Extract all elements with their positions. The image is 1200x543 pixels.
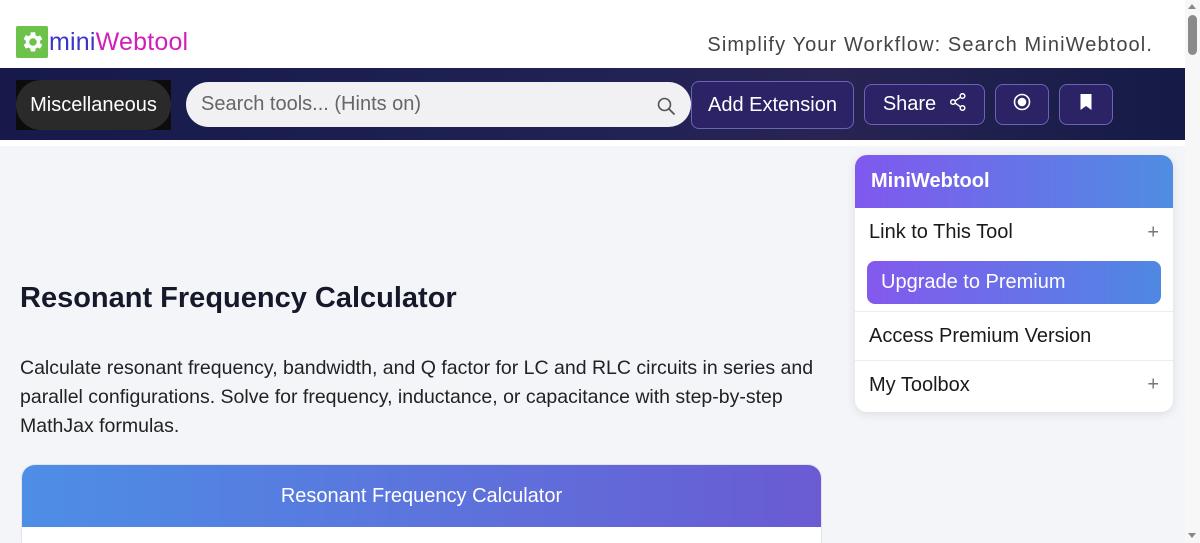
premium-wrapper: Upgrade to Premium	[855, 257, 1173, 311]
category-wrapper: Miscellaneous	[16, 80, 171, 130]
logo-text: miniWebtool	[49, 26, 188, 58]
plus-icon[interactable]: +	[1147, 374, 1159, 397]
search-input[interactable]	[201, 82, 651, 127]
sidebar-item-label: My Toolbox	[869, 373, 970, 396]
search-icon[interactable]	[656, 96, 676, 116]
header-divider	[0, 140, 1185, 146]
page-title: Resonant Frequency Calculator	[20, 282, 457, 314]
share-button-label: Share	[882, 93, 937, 115]
calculator-card: Resonant Frequency Calculator	[21, 464, 822, 543]
sidebar-item-my-toolbox[interactable]: My Toolbox +	[855, 360, 1173, 409]
bookmark-button[interactable]	[1059, 84, 1113, 125]
scroll-down-arrow-icon[interactable]	[1188, 533, 1196, 538]
plus-icon[interactable]: +	[1147, 221, 1159, 244]
tool-description: Calculate resonant frequency, bandwidth,…	[20, 357, 814, 437]
sidebar-header: MiniWebtool	[855, 155, 1173, 208]
site-logo[interactable]: miniWebtool	[16, 26, 188, 58]
sidebar-item-label: Link to This Tool	[869, 221, 1013, 243]
page-scrollbar[interactable]	[1185, 0, 1200, 543]
add-extension-button[interactable]: Add Extension	[691, 81, 854, 129]
sidebar-item-link-to-tool[interactable]: Link to This Tool +	[855, 208, 1173, 257]
nav-bar: Miscellaneous Add Extension Share	[0, 68, 1185, 140]
record-icon	[1013, 93, 1031, 117]
site-tagline: Simplify Your Workflow: Search MiniWebto…	[707, 34, 1153, 56]
record-button[interactable]	[995, 84, 1049, 125]
category-button[interactable]: Miscellaneous	[16, 80, 171, 130]
sidebar-panel: MiniWebtool Link to This Tool + Upgrade …	[855, 155, 1173, 412]
share-button[interactable]: Share	[864, 84, 985, 125]
bookmark-icon	[1079, 93, 1093, 117]
search-box	[186, 82, 691, 127]
gear-icon	[16, 26, 48, 58]
calculator-header: Resonant Frequency Calculator	[22, 465, 821, 527]
scroll-up-arrow-icon[interactable]	[1188, 4, 1196, 9]
logo-text-mini: mini	[49, 28, 96, 56]
scrollbar-thumb[interactable]	[1188, 15, 1197, 55]
logo-text-webtool: Webtool	[95, 28, 189, 56]
sidebar-item-label: Access Premium Version	[869, 324, 1092, 347]
share-icon	[950, 92, 966, 117]
upgrade-premium-button[interactable]: Upgrade to Premium	[867, 261, 1161, 304]
site-header: miniWebtool Simplify Your Workflow: Sear…	[0, 0, 1185, 68]
sidebar-item-premium-version[interactable]: Access Premium Version	[855, 311, 1173, 360]
